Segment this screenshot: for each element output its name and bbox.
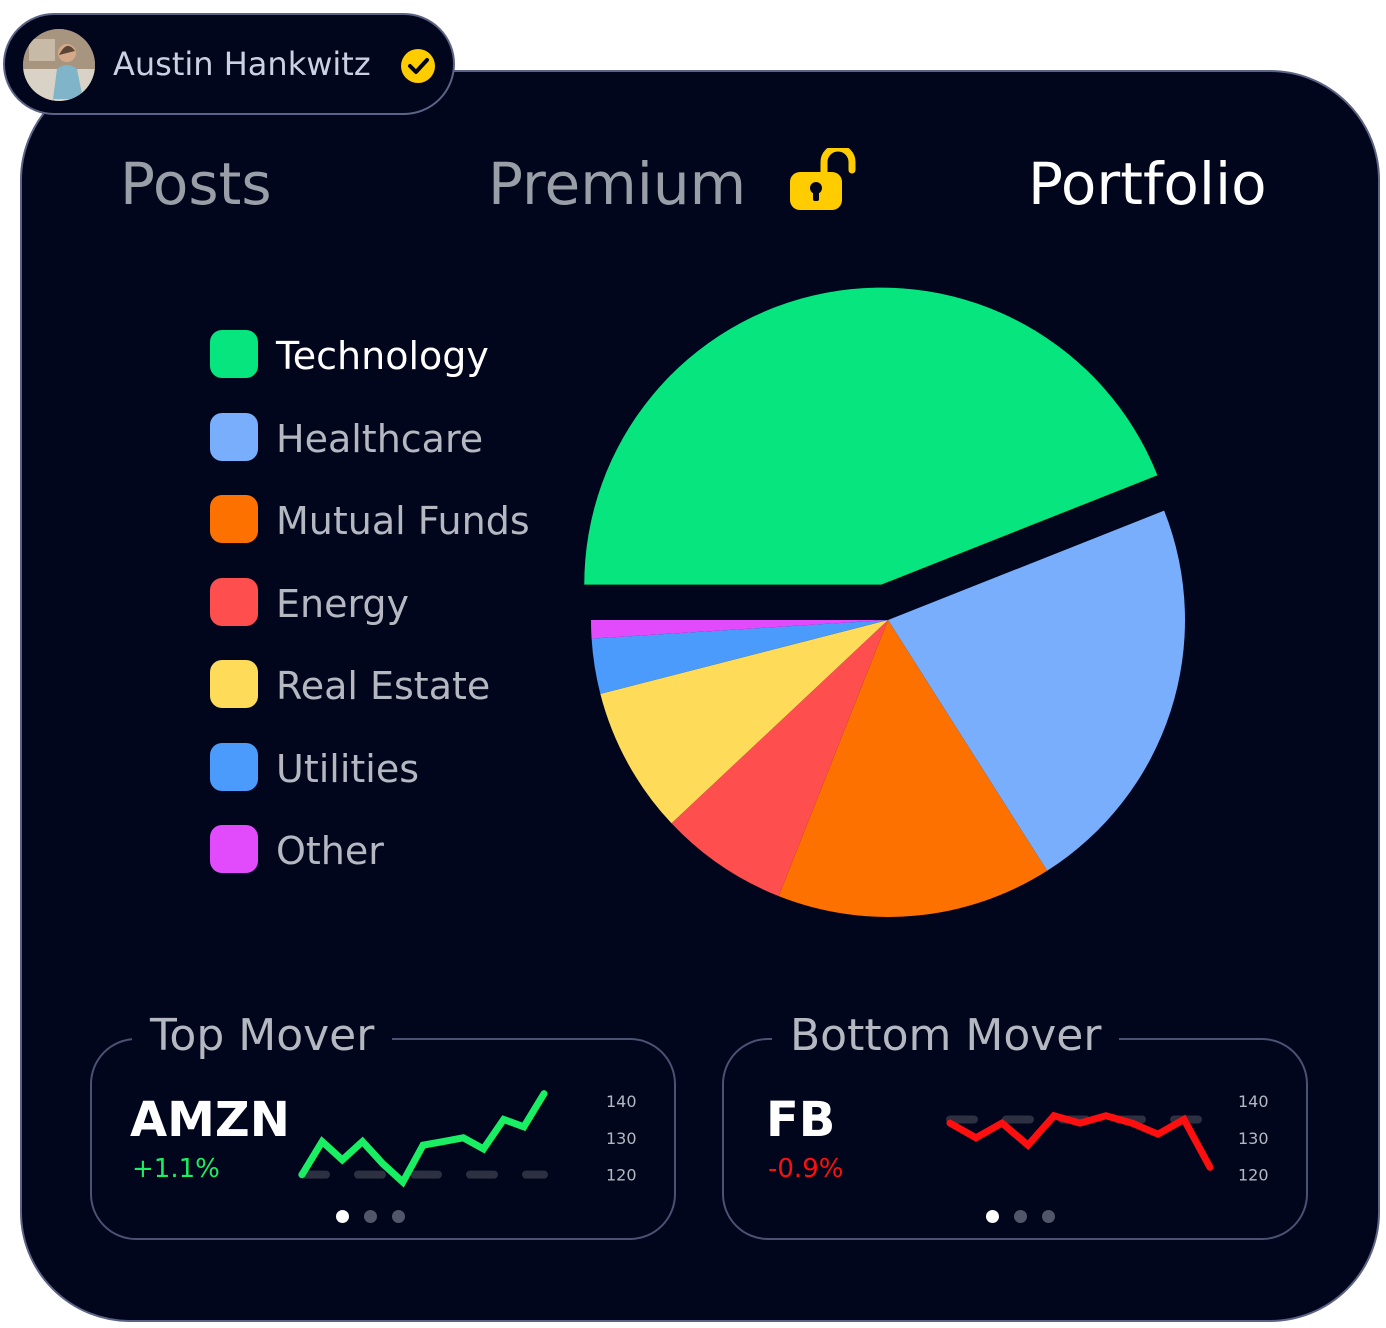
legend-item-healthcare[interactable]: Healthcare [210,413,570,461]
avatar[interactable] [23,29,95,101]
legend-swatch [210,743,258,791]
bottom-mover-card[interactable]: Bottom Mover FB -0.9% 140 130 120 [722,1010,1308,1240]
legend-swatch [210,660,258,708]
tab-portfolio[interactable]: Portfolio [1028,150,1267,218]
y-tick-label: 120 [606,1166,637,1185]
legend-label: Energy [276,582,410,626]
y-tick-label: 130 [1238,1129,1269,1148]
legend-swatch [210,578,258,626]
user-badge[interactable]: Austin Hankwitz [3,13,455,115]
legend-item-real-estate[interactable]: Real Estate [210,660,570,708]
legend-label: Utilities [276,747,420,791]
legend-swatch [210,413,258,461]
top-mover-card[interactable]: Top Mover AMZN +1.1% 140 130 120 [90,1010,676,1240]
user-name: Austin Hankwitz [113,45,371,83]
top-mover-title: Top Mover [132,1010,393,1061]
top-mover-pagination[interactable] [336,1210,416,1224]
legend-label: Healthcare [276,417,484,461]
pagination-dot[interactable] [336,1210,349,1223]
portfolio-pie-chart[interactable] [560,260,1240,940]
price-line [298,1090,548,1188]
legend-item-utilities[interactable]: Utilities [210,743,570,791]
pagination-dot[interactable] [364,1210,377,1223]
legend-item-other[interactable]: Other [210,825,570,873]
y-tick-label: 120 [1238,1166,1269,1185]
pagination-dot[interactable] [392,1210,405,1223]
pagination-dot[interactable] [1014,1210,1027,1223]
legend-item-energy[interactable]: Energy [210,578,570,626]
legend-label: Real Estate [276,664,491,708]
verified-check-icon [401,49,435,83]
legend-swatch [210,825,258,873]
bottom-mover-title: Bottom Mover [772,1010,1120,1061]
legend-label: Technology [276,334,489,378]
pagination-dot[interactable] [986,1210,999,1223]
y-tick-label: 130 [606,1129,637,1148]
legend-label: Mutual Funds [276,499,530,543]
pagination-dot[interactable] [1042,1210,1055,1223]
legend-swatch [210,495,258,543]
y-tick-label: 140 [1238,1092,1269,1111]
y-tick-label: 140 [606,1092,637,1111]
price-line [946,1111,1214,1171]
legend-item-technology[interactable]: Technology [210,330,570,378]
top-mover-sparkline: 140 130 120 [298,1090,637,1188]
tab-premium[interactable]: Premium [488,150,746,218]
tab-posts[interactable]: Posts [120,150,272,218]
bottom-mover-pagination[interactable] [986,1210,1066,1224]
legend-label: Other [276,829,384,873]
legend-swatch [210,330,258,378]
pie-slice-technology [584,287,1158,585]
legend-item-mutual-funds[interactable]: Mutual Funds [210,495,570,543]
bottom-mover-sparkline: 140 130 120 [946,1092,1269,1185]
unlocked-padlock-icon[interactable] [788,148,858,212]
